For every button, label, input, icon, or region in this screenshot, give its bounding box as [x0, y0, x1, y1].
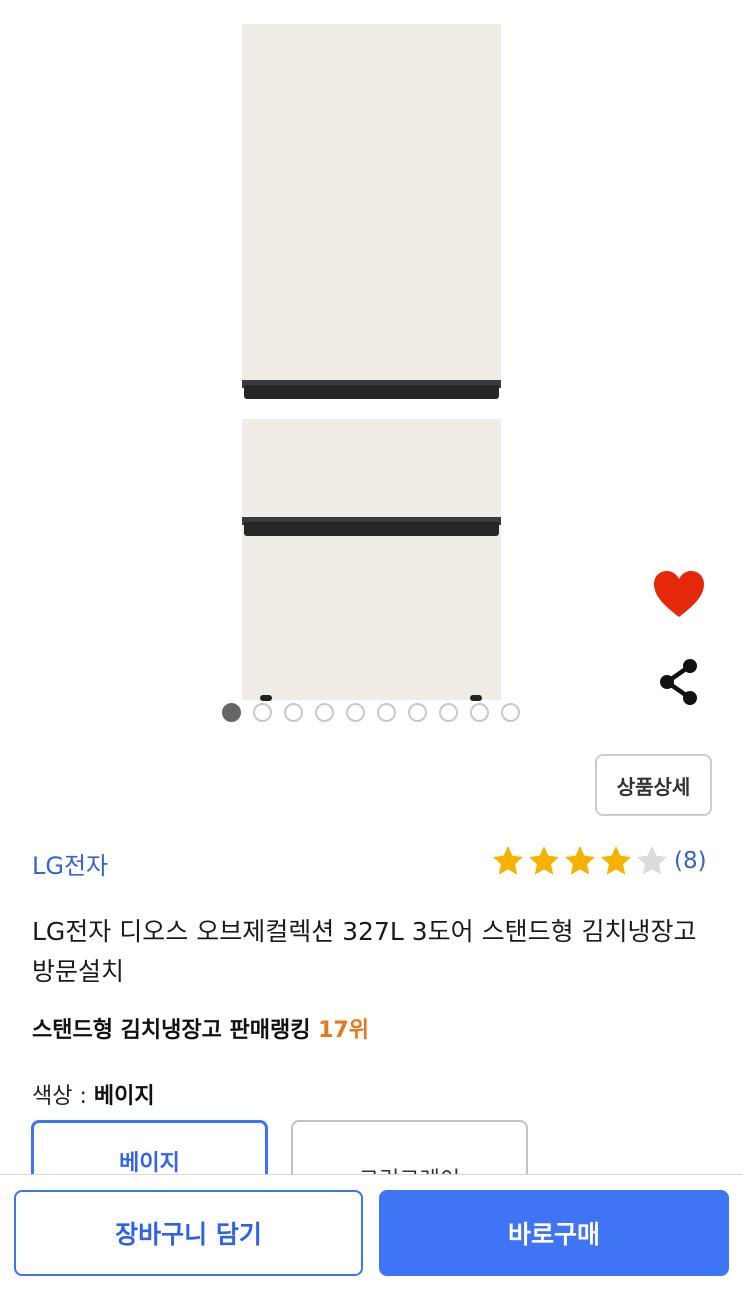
buy-now-button[interactable]: 바로구매 [379, 1190, 729, 1276]
gallery-dot[interactable] [284, 703, 303, 722]
product-detail-button[interactable]: 상품상세 [595, 754, 712, 816]
brand-link[interactable]: LG전자 [32, 846, 108, 881]
gallery-pagination [222, 703, 520, 722]
gallery-dot[interactable] [346, 703, 365, 722]
star-rating [490, 843, 670, 879]
product-image-gallery[interactable] [0, 0, 743, 740]
review-count[interactable]: (8) [674, 848, 707, 874]
gallery-dot[interactable] [439, 703, 458, 722]
rating[interactable]: (8) [490, 843, 707, 879]
bottom-action-bar: 장바구니 담기 바로구매 [0, 1174, 743, 1291]
gallery-dot[interactable] [222, 703, 241, 722]
product-image [242, 24, 501, 701]
ranking-label: 스탠드형 김치냉장고 판매랭킹 [32, 1018, 311, 1043]
star-filled-icon [490, 843, 526, 879]
star-filled-icon [598, 843, 634, 879]
gallery-dot[interactable] [470, 703, 489, 722]
star-filled-icon [562, 843, 598, 879]
gallery-dot[interactable] [377, 703, 396, 722]
color-option-label: 색상 : 베이지 [32, 1078, 155, 1110]
star-empty-icon [634, 843, 670, 879]
heart-icon[interactable] [652, 570, 706, 620]
ranking-value: 17위 [318, 1018, 369, 1043]
sales-ranking: 스탠드형 김치냉장고 판매랭킹 17위 [32, 1012, 369, 1044]
gallery-dot[interactable] [315, 703, 334, 722]
color-label-text: 색상 : [32, 1084, 94, 1109]
product-page: 상품상세 LG전자 (8) LG전자 디오스 오브제컬렉션 327L 3도어 스… [0, 0, 743, 1291]
share-icon[interactable] [656, 657, 702, 707]
star-filled-icon [526, 843, 562, 879]
add-to-cart-button[interactable]: 장바구니 담기 [14, 1190, 363, 1276]
gallery-dot[interactable] [408, 703, 427, 722]
gallery-dot[interactable] [501, 703, 520, 722]
gallery-dot[interactable] [253, 703, 272, 722]
product-title: LG전자 디오스 오브제컬렉션 327L 3도어 스탠드형 김치냉장고 방문설치 [32, 917, 697, 986]
color-selected-value: 베이지 [93, 1084, 155, 1109]
